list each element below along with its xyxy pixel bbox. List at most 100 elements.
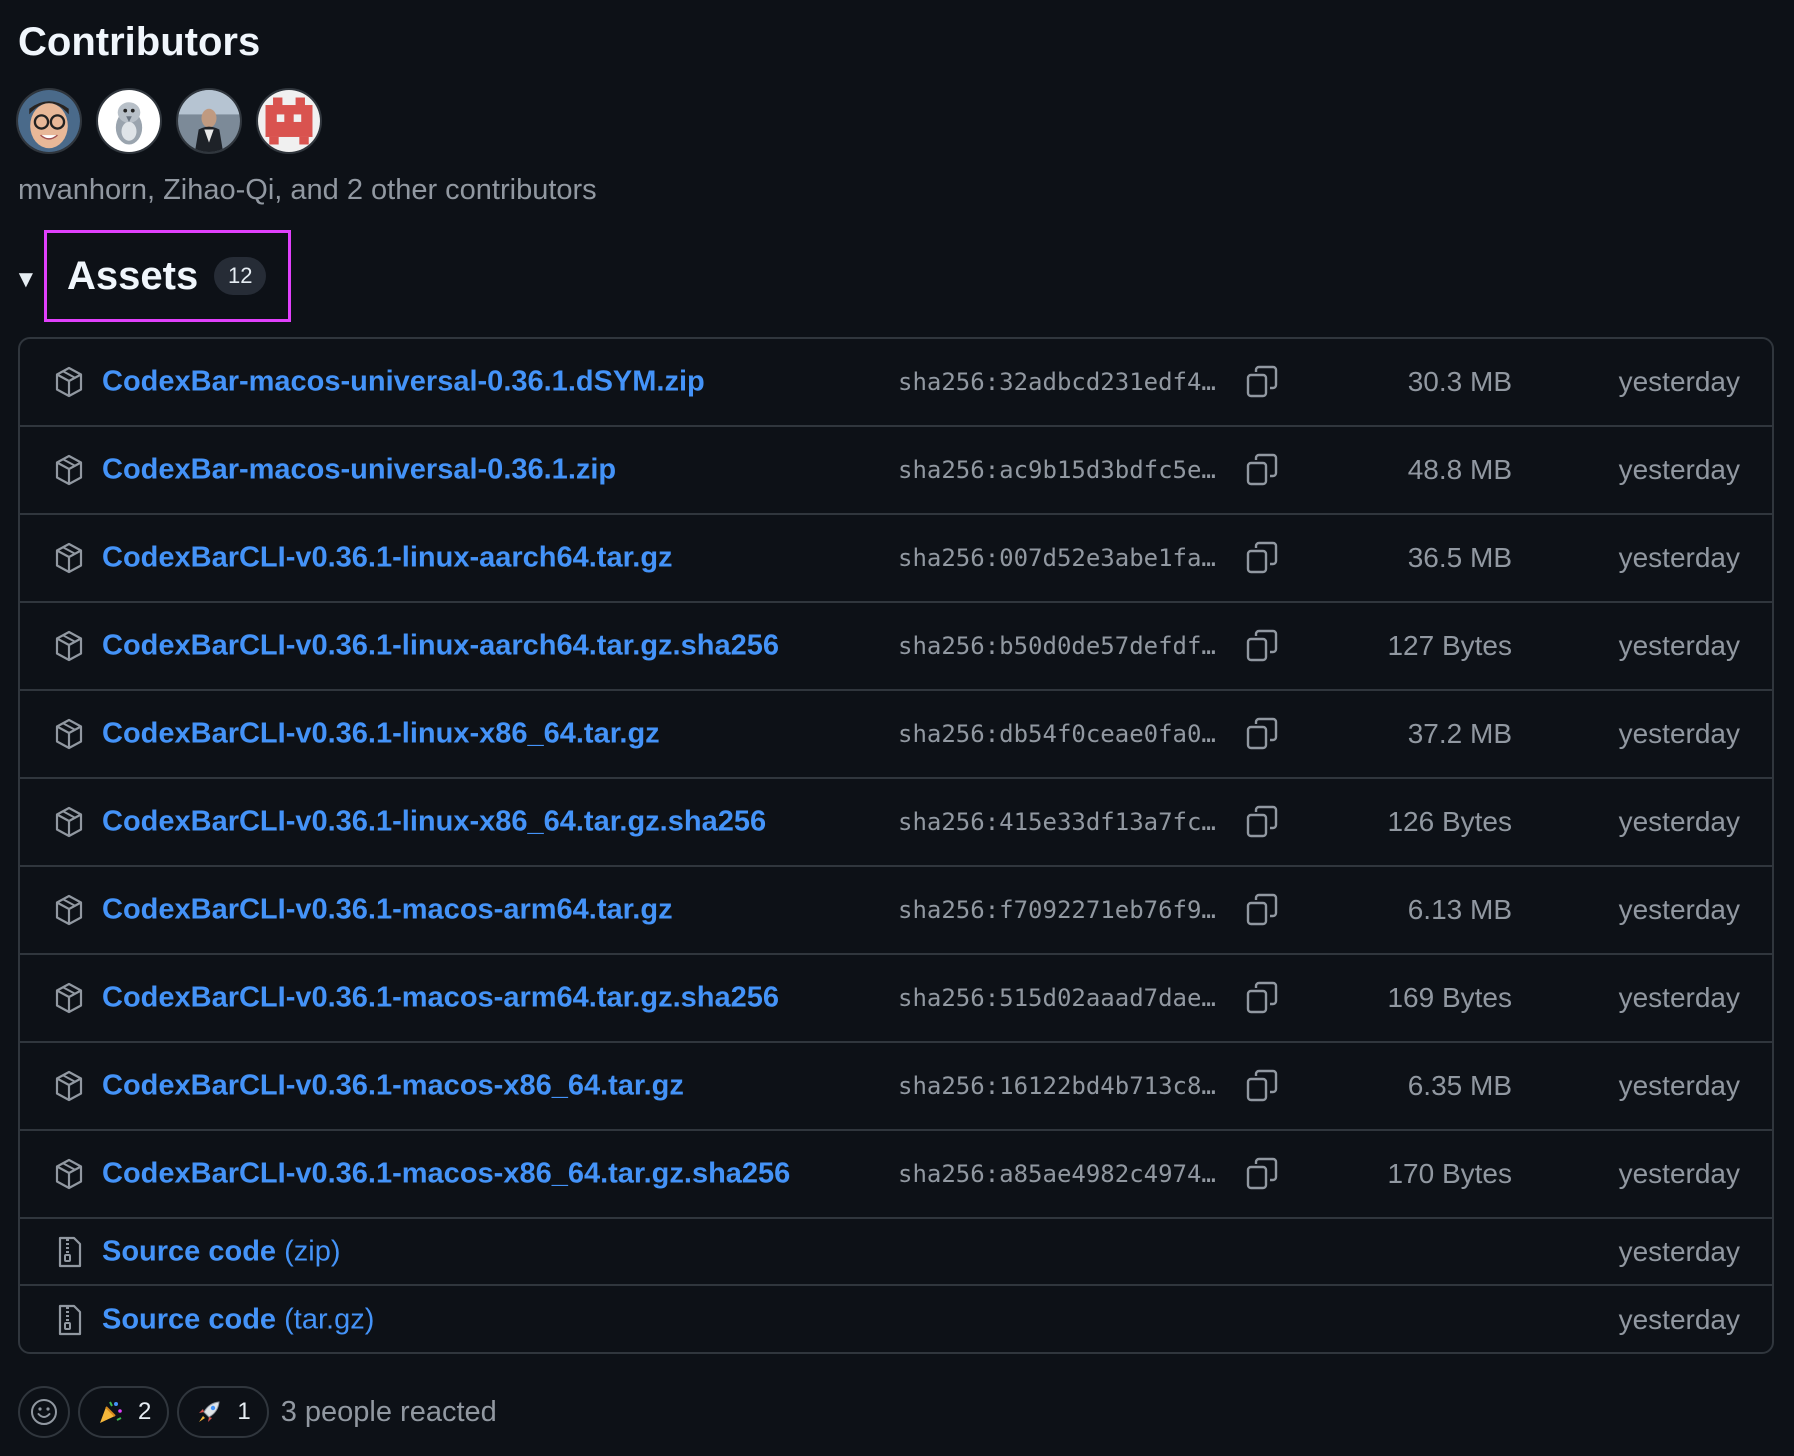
reaction-button[interactable]: 2 xyxy=(78,1386,170,1438)
smiley-icon xyxy=(31,1399,57,1425)
copy-icon[interactable] xyxy=(1244,804,1280,840)
source-code-row: Source code (tar.gz) yesterday xyxy=(20,1286,1772,1352)
avatar[interactable] xyxy=(16,88,82,154)
source-code-link[interactable]: Source code (zip) xyxy=(102,1235,341,1268)
asset-size: 126 Bytes xyxy=(1387,806,1512,837)
asset-row: CodexBar-macos-universal-0.36.1.dSYM.zip… xyxy=(20,339,1772,427)
asset-link[interactable]: CodexBarCLI-v0.36.1-macos-arm64.tar.gz.s… xyxy=(102,982,779,1015)
asset-link[interactable]: CodexBarCLI-v0.36.1-linux-aarch64.tar.gz… xyxy=(102,630,779,663)
source-code-row: Source code (zip) yesterday xyxy=(20,1219,1772,1286)
asset-sha256: sha256:a85ae4982c4974… xyxy=(898,1160,1216,1188)
asset-link[interactable]: CodexBarCLI-v0.36.1-macos-x86_64.tar.gz xyxy=(102,1070,684,1103)
package-icon xyxy=(52,1157,86,1191)
party-popper-icon xyxy=(96,1398,124,1426)
asset-date: yesterday xyxy=(1618,1235,1740,1267)
asset-sha256: sha256:b50d0de57defdf… xyxy=(898,632,1216,660)
release-page: Contributors mvanhorn, Zihao-Qi, and 2 o… xyxy=(0,0,1794,1456)
asset-link[interactable]: CodexBar-macos-universal-0.36.1.zip xyxy=(102,454,616,487)
asset-size: 6.13 MB xyxy=(1407,894,1512,925)
copy-icon[interactable] xyxy=(1244,364,1280,400)
asset-date: yesterday xyxy=(1618,1303,1740,1335)
asset-row: CodexBarCLI-v0.36.1-macos-arm64.tar.gz.s… xyxy=(20,955,1772,1043)
reactions-bar: 2 1 3 people reacted xyxy=(18,1386,497,1438)
assets-toggle-icon[interactable]: ▼ xyxy=(14,266,38,294)
source-code-format: (zip) xyxy=(284,1235,341,1267)
asset-row: CodexBarCLI-v0.36.1-linux-aarch64.tar.gz… xyxy=(20,515,1772,603)
asset-link[interactable]: CodexBar-macos-universal-0.36.1.dSYM.zip xyxy=(102,366,705,399)
source-code-label: Source code xyxy=(102,1303,277,1335)
asset-size: 169 Bytes xyxy=(1387,982,1512,1013)
asset-sha256: sha256:32adbcd231edf4… xyxy=(898,368,1216,396)
assets-list: CodexBar-macos-universal-0.36.1.dSYM.zip… xyxy=(18,337,1774,1354)
package-icon xyxy=(52,805,86,839)
asset-sha256: sha256:16122bd4b713c8… xyxy=(898,1072,1216,1100)
package-icon xyxy=(52,453,86,487)
asset-link[interactable]: CodexBarCLI-v0.36.1-linux-aarch64.tar.gz xyxy=(102,542,673,575)
asset-size: 6.35 MB xyxy=(1407,1070,1512,1101)
asset-date: yesterday xyxy=(1618,982,1740,1013)
copy-icon[interactable] xyxy=(1244,892,1280,928)
asset-date: yesterday xyxy=(1618,454,1740,485)
file-zip-icon xyxy=(52,1235,86,1269)
avatar[interactable] xyxy=(256,88,322,154)
copy-icon[interactable] xyxy=(1244,1068,1280,1104)
copy-icon[interactable] xyxy=(1244,980,1280,1016)
file-zip-icon xyxy=(52,1303,86,1337)
copy-icon[interactable] xyxy=(1244,540,1280,576)
asset-row: CodexBarCLI-v0.36.1-linux-x86_64.tar.gz s… xyxy=(20,691,1772,779)
copy-icon[interactable] xyxy=(1244,628,1280,664)
reaction-button[interactable]: 1 xyxy=(177,1386,269,1438)
asset-date: yesterday xyxy=(1618,806,1740,837)
copy-icon[interactable] xyxy=(1244,716,1280,752)
asset-date: yesterday xyxy=(1618,630,1740,661)
package-icon xyxy=(52,717,86,751)
asset-date: yesterday xyxy=(1618,1158,1740,1189)
asset-date: yesterday xyxy=(1618,366,1740,397)
asset-size: 37.2 MB xyxy=(1407,718,1512,749)
package-icon xyxy=(52,981,86,1015)
asset-row: CodexBarCLI-v0.36.1-macos-arm64.tar.gz sh… xyxy=(20,867,1772,955)
avatar[interactable] xyxy=(176,88,242,154)
avatar[interactable] xyxy=(96,88,162,154)
asset-link[interactable]: CodexBarCLI-v0.36.1-macos-arm64.tar.gz xyxy=(102,894,673,927)
assets-header[interactable]: Assets 12 xyxy=(44,230,291,322)
package-icon xyxy=(52,365,86,399)
asset-size: 30.3 MB xyxy=(1407,366,1512,397)
asset-size: 127 Bytes xyxy=(1387,630,1512,661)
contributors-heading: Contributors xyxy=(18,20,261,64)
asset-size: 48.8 MB xyxy=(1407,454,1512,485)
asset-row: CodexBarCLI-v0.36.1-linux-aarch64.tar.gz… xyxy=(20,603,1772,691)
asset-link[interactable]: CodexBarCLI-v0.36.1-macos-x86_64.tar.gz.… xyxy=(102,1158,790,1191)
package-icon xyxy=(52,1069,86,1103)
source-code-label: Source code xyxy=(102,1235,277,1267)
asset-link[interactable]: CodexBarCLI-v0.36.1-linux-x86_64.tar.gz.… xyxy=(102,806,766,839)
copy-icon[interactable] xyxy=(1244,1156,1280,1192)
asset-link[interactable]: CodexBarCLI-v0.36.1-linux-x86_64.tar.gz xyxy=(102,718,660,751)
asset-sha256: sha256:ac9b15d3bdfc5e… xyxy=(898,456,1216,484)
package-icon xyxy=(52,893,86,927)
source-code-format: (tar.gz) xyxy=(284,1303,375,1335)
asset-row: CodexBarCLI-v0.36.1-macos-x86_64.tar.gz s… xyxy=(20,1043,1772,1131)
reactions-summary: 3 people reacted xyxy=(280,1395,497,1428)
contributors-summary: mvanhorn, Zihao-Qi, and 2 other contribu… xyxy=(18,174,597,206)
rocket-icon xyxy=(195,1398,223,1426)
contributor-avatars xyxy=(16,88,322,154)
reaction-count: 1 xyxy=(237,1398,251,1425)
package-icon xyxy=(52,541,86,575)
asset-date: yesterday xyxy=(1618,542,1740,573)
package-icon xyxy=(52,629,86,663)
asset-date: yesterday xyxy=(1618,1070,1740,1101)
asset-sha256: sha256:f7092271eb76f9… xyxy=(898,896,1216,924)
asset-sha256: sha256:007d52e3abe1fa… xyxy=(898,544,1216,572)
assets-count-badge: 12 xyxy=(214,257,267,295)
asset-size: 170 Bytes xyxy=(1387,1158,1512,1189)
assets-heading: Assets xyxy=(67,253,199,298)
asset-size: 36.5 MB xyxy=(1407,542,1512,573)
add-reaction-button[interactable] xyxy=(18,1386,70,1438)
asset-sha256: sha256:515d02aaad7dae… xyxy=(898,984,1216,1012)
reaction-count: 2 xyxy=(138,1398,152,1425)
source-code-link[interactable]: Source code (tar.gz) xyxy=(102,1303,374,1336)
asset-row: CodexBar-macos-universal-0.36.1.zip sha25… xyxy=(20,427,1772,515)
copy-icon[interactable] xyxy=(1244,452,1280,488)
asset-date: yesterday xyxy=(1618,718,1740,749)
